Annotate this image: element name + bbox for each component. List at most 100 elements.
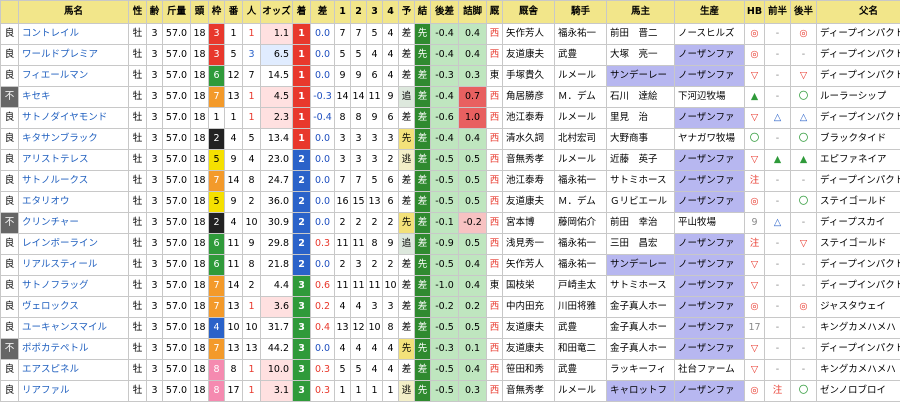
column-header[interactable]: 斤量	[162, 0, 191, 24]
column-header[interactable]	[0, 0, 19, 24]
jockey-cell[interactable]: 北村宏司	[554, 128, 607, 150]
column-header[interactable]: 生産	[674, 0, 745, 24]
horse-name-link[interactable]: コントレイル	[18, 23, 129, 45]
trainer-cell[interactable]: 音無秀孝	[502, 149, 555, 171]
owner-cell[interactable]: サトミホース	[606, 170, 675, 192]
breeder-cell[interactable]: ノーザンファ	[674, 296, 745, 318]
trainer-cell[interactable]: 宮本博	[502, 212, 555, 234]
column-header[interactable]: HB	[744, 0, 765, 24]
horse-name-link[interactable]: ワールドプレミア	[18, 44, 129, 66]
trainer-cell[interactable]: 角居勝彦	[502, 86, 555, 108]
breeder-cell[interactable]: ヤナガワ牧場	[674, 128, 745, 150]
sire-cell[interactable]: ディープインパクト	[816, 65, 900, 87]
breeder-cell[interactable]: 平山牧場	[674, 212, 745, 234]
trainer-cell[interactable]: 友道康夫	[502, 338, 555, 360]
horse-name-link[interactable]: キタサンブラック	[18, 128, 129, 150]
owner-cell[interactable]: 前田 幸治	[606, 212, 675, 234]
owner-cell[interactable]: 金子真人ホー	[606, 296, 675, 318]
column-header[interactable]: 枠	[208, 0, 225, 24]
sire-cell[interactable]: エピファネイア	[816, 149, 900, 171]
owner-cell[interactable]: 金子真人ホー	[606, 317, 675, 339]
jockey-cell[interactable]: 川田将雅	[554, 296, 607, 318]
owner-cell[interactable]: サンデーレー	[606, 254, 675, 276]
sire-cell[interactable]: ジャスタウェイ	[816, 296, 900, 318]
sire-cell[interactable]: ステイゴールド	[816, 191, 900, 213]
sire-cell[interactable]: ブラックタイド	[816, 128, 900, 150]
breeder-cell[interactable]: 社台ファーム	[674, 359, 745, 381]
column-header[interactable]: 結	[414, 0, 431, 24]
trainer-cell[interactable]: 浅見秀一	[502, 233, 555, 255]
sire-cell[interactable]: ディープインパクト	[816, 23, 900, 45]
jockey-cell[interactable]: 武豊	[554, 359, 607, 381]
sire-cell[interactable]: ゼンノロブロイ	[816, 380, 900, 402]
jockey-cell[interactable]: Ｍ．デム	[554, 86, 607, 108]
horse-name-link[interactable]: ポポカテペトル	[18, 338, 129, 360]
sire-cell[interactable]: ディープインパクト	[816, 107, 900, 129]
jockey-cell[interactable]: 福永祐一	[554, 23, 607, 45]
breeder-cell[interactable]: ノーザンファ	[674, 380, 745, 402]
jockey-cell[interactable]: ルメール	[554, 380, 607, 402]
column-header[interactable]: 性	[128, 0, 147, 24]
trainer-cell[interactable]: 矢作芳人	[502, 254, 555, 276]
breeder-cell[interactable]: ノーザンファ	[674, 338, 745, 360]
sire-cell[interactable]: ディープインパクト	[816, 275, 900, 297]
breeder-cell[interactable]: ノーザンファ	[674, 254, 745, 276]
horse-name-link[interactable]: キセキ	[18, 86, 129, 108]
horse-name-link[interactable]: クリンチャー	[18, 212, 129, 234]
owner-cell[interactable]: 大塚 亮一	[606, 44, 675, 66]
column-header[interactable]: 後半	[790, 0, 817, 24]
sire-cell[interactable]: ディープインパクト	[816, 254, 900, 276]
trainer-cell[interactable]: 友道康夫	[502, 44, 555, 66]
column-header[interactable]: 人	[242, 0, 261, 24]
breeder-cell[interactable]: ノーザンファ	[674, 65, 745, 87]
column-header[interactable]: 1	[334, 0, 351, 24]
trainer-cell[interactable]: 友道康夫	[502, 317, 555, 339]
owner-cell[interactable]: 近藤 英子	[606, 149, 675, 171]
breeder-cell[interactable]: 下河辺牧場	[674, 86, 745, 108]
trainer-cell[interactable]: 池江泰寿	[502, 170, 555, 192]
trainer-cell[interactable]: 池江泰寿	[502, 107, 555, 129]
column-header[interactable]: 3	[366, 0, 383, 24]
column-header[interactable]: 馬名	[18, 0, 129, 24]
column-header[interactable]: 父名	[816, 0, 900, 24]
horse-name-link[interactable]: ユーキャンスマイル	[18, 317, 129, 339]
jockey-cell[interactable]: 武豊	[554, 44, 607, 66]
sire-cell[interactable]: キングカメハメハ	[816, 359, 900, 381]
owner-cell[interactable]: Ｇリビエール	[606, 191, 675, 213]
column-header[interactable]: 厩舎	[502, 0, 555, 24]
sire-cell[interactable]: ディープインパクト	[816, 338, 900, 360]
column-header[interactable]: オッズ	[260, 0, 293, 24]
sire-cell[interactable]: ディープスカイ	[816, 212, 900, 234]
horse-name-link[interactable]: リアファル	[18, 380, 129, 402]
column-header[interactable]: 2	[350, 0, 367, 24]
sire-cell[interactable]: キングカメハメハ	[816, 317, 900, 339]
jockey-cell[interactable]: Ｍ．デム	[554, 191, 607, 213]
sire-cell[interactable]: ステイゴールド	[816, 233, 900, 255]
column-header[interactable]: 着	[292, 0, 311, 24]
breeder-cell[interactable]: ノーザンファ	[674, 317, 745, 339]
horse-name-link[interactable]: リアルスティール	[18, 254, 129, 276]
horse-name-link[interactable]: レインボーライン	[18, 233, 129, 255]
column-header[interactable]: 後差	[430, 0, 459, 24]
column-header[interactable]: 予	[398, 0, 415, 24]
column-header[interactable]: 番	[224, 0, 243, 24]
column-header[interactable]: 馬主	[606, 0, 675, 24]
trainer-cell[interactable]: 笹田和秀	[502, 359, 555, 381]
breeder-cell[interactable]: ノーザンファ	[674, 191, 745, 213]
sire-cell[interactable]: ディープインパクト	[816, 44, 900, 66]
breeder-cell[interactable]: ノースヒルズ	[674, 23, 745, 45]
jockey-cell[interactable]: 武豊	[554, 317, 607, 339]
breeder-cell[interactable]: ノーザンファ	[674, 275, 745, 297]
sire-cell[interactable]: ルーラーシップ	[816, 86, 900, 108]
sire-cell[interactable]: ディープインパクト	[816, 170, 900, 192]
jockey-cell[interactable]: 福永祐一	[554, 233, 607, 255]
jockey-cell[interactable]: ルメール	[554, 65, 607, 87]
breeder-cell[interactable]: ノーザンファ	[674, 149, 745, 171]
trainer-cell[interactable]: 手塚貴久	[502, 65, 555, 87]
owner-cell[interactable]: 大野商事	[606, 128, 675, 150]
horse-name-link[interactable]: エタリオウ	[18, 191, 129, 213]
owner-cell[interactable]: サンデーレー	[606, 65, 675, 87]
breeder-cell[interactable]: ノーザンファ	[674, 170, 745, 192]
owner-cell[interactable]: 金子真人ホー	[606, 338, 675, 360]
breeder-cell[interactable]: ノーザンファ	[674, 107, 745, 129]
